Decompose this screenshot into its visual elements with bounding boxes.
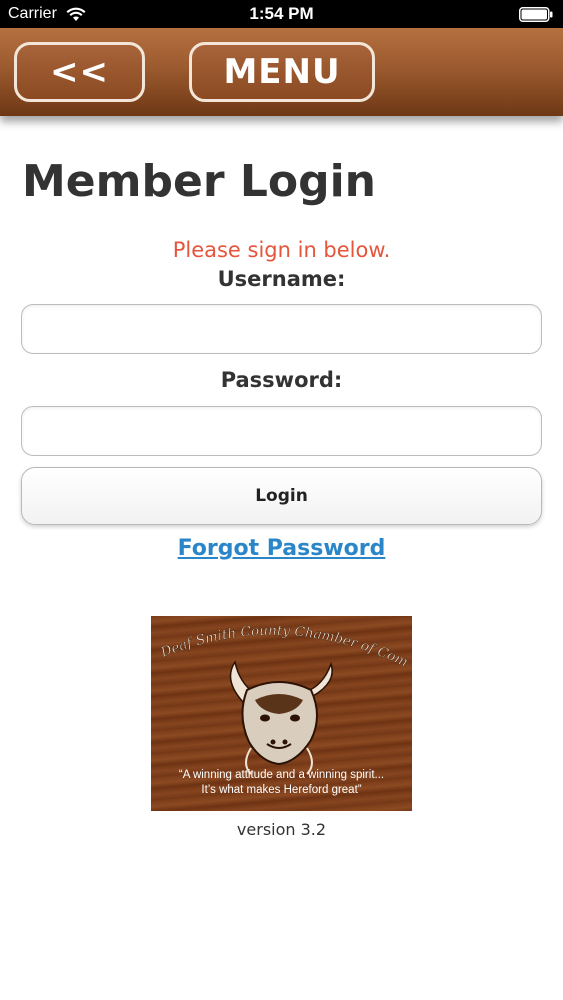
login-button[interactable]: Login [21,467,542,525]
sign-in-prompt: Please sign in below. [172,238,391,262]
version-label: version 3.2 [236,820,327,839]
status-bar: Carrier 1:54 PM [0,0,563,28]
forgot-password-link[interactable]: Forgot Password [0,536,563,561]
nav-bar: << MENU [0,28,563,116]
username-input[interactable] [21,304,542,354]
svg-text:Deaf Smith County Chamber of C: Deaf Smith County Chamber of Commerce [151,616,410,671]
battery-icon [519,7,553,22]
username-label: Username: [217,267,346,291]
back-button[interactable]: << [14,42,145,102]
status-time: 1:54 PM [249,4,314,23]
logo-quote-line-1: “A winning attitude and a winning spirit… [178,769,385,781]
page-title: Member Login [22,156,376,207]
password-input[interactable] [21,406,542,456]
chamber-logo: Deaf Smith County Chamber of Commerce “A… [151,616,412,811]
logo-quote: “A winning attitude and a winning spirit… [151,768,412,798]
menu-button[interactable]: MENU [189,42,375,102]
password-label: Password: [220,368,343,392]
logo-quote-line-2: It’s what makes Hereford great” [201,784,362,796]
